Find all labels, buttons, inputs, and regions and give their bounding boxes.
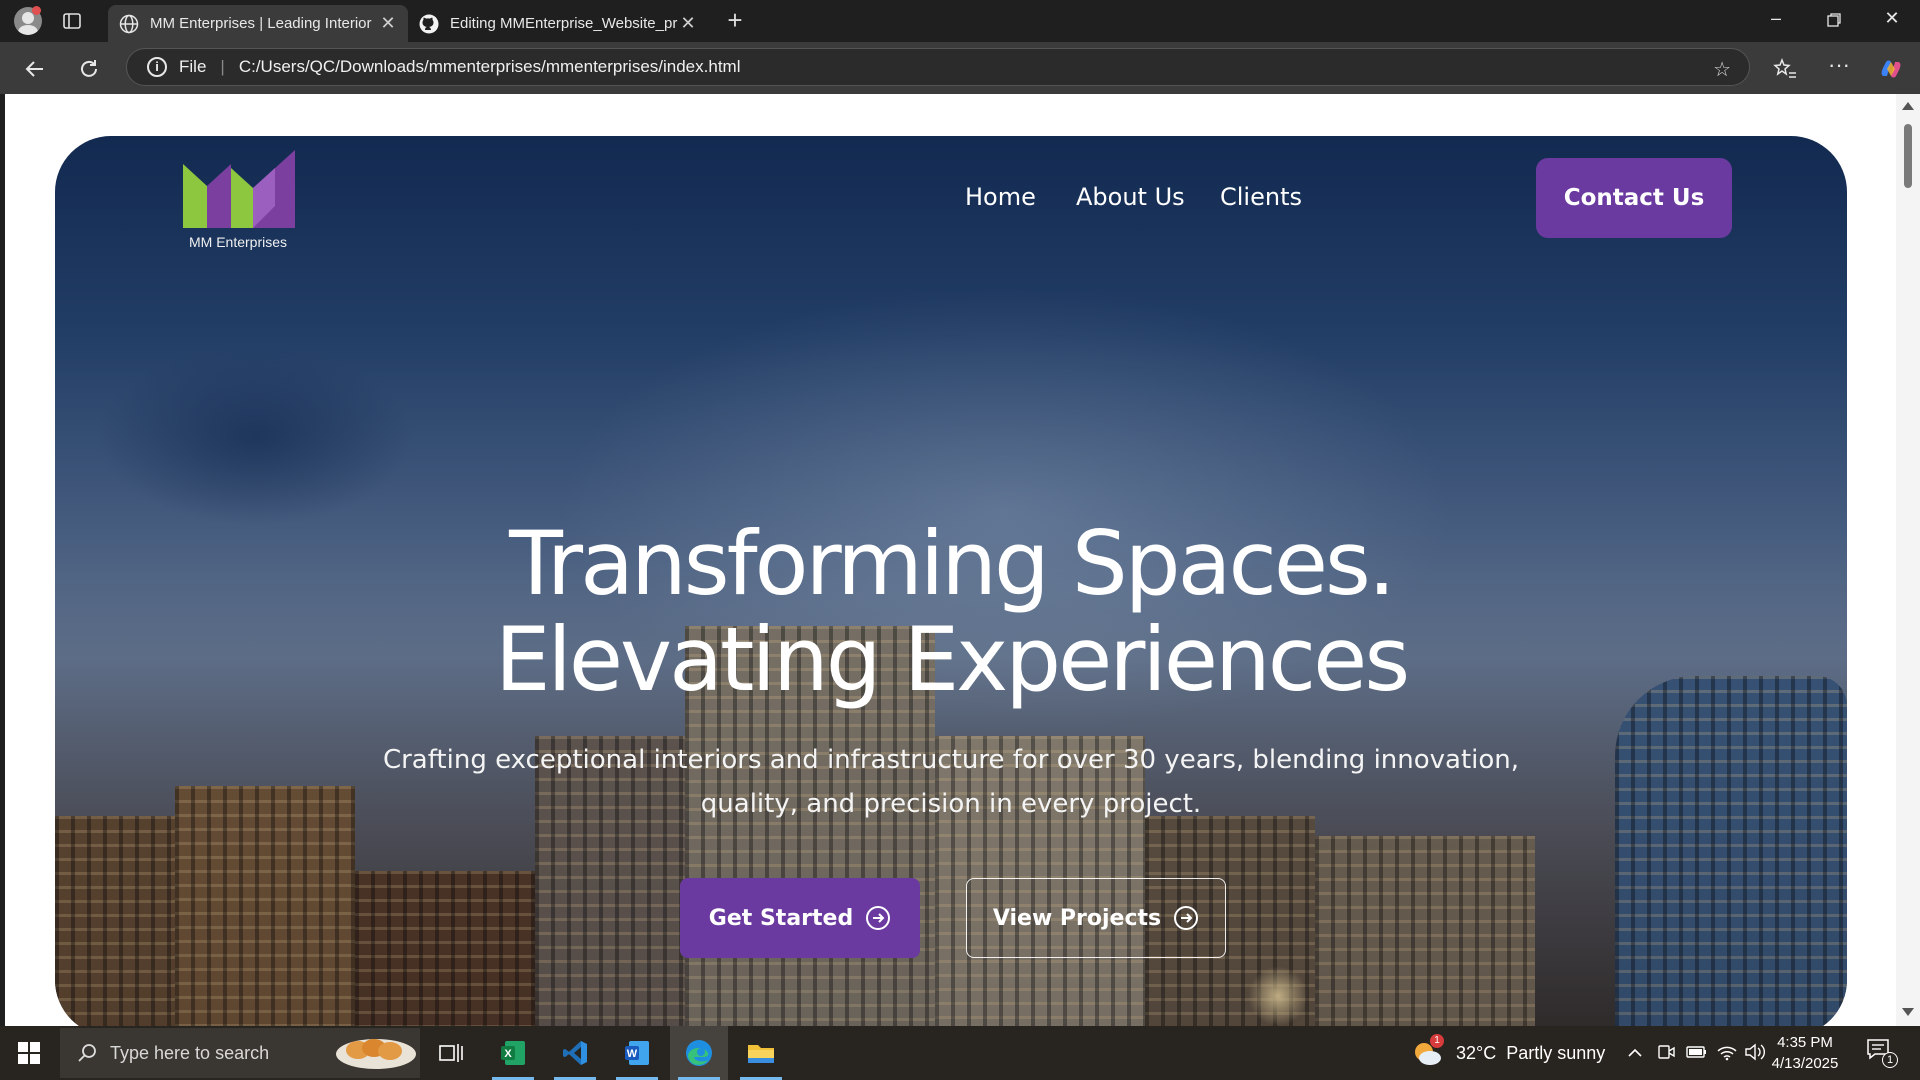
copilot-icon[interactable] bbox=[1878, 56, 1904, 82]
hero-headline: Transforming Spaces. Elevating Experienc… bbox=[55, 516, 1847, 708]
refresh-icon[interactable] bbox=[76, 56, 102, 82]
browser-tab-bar: MM Enterprises | Leading Interior ✕ Edit… bbox=[0, 0, 1920, 42]
headline-line-1: Transforming Spaces. bbox=[509, 512, 1396, 615]
hero-subtitle: Crafting exceptional interiors and infra… bbox=[382, 745, 1520, 819]
edge-icon bbox=[686, 1040, 712, 1066]
arrow-right-circle-icon bbox=[1174, 906, 1199, 930]
page-scrollbar[interactable] bbox=[1896, 94, 1920, 1026]
show-hidden-icons-chevron-icon[interactable] bbox=[1626, 1044, 1644, 1062]
favorites-icon[interactable] bbox=[1772, 56, 1798, 82]
wifi-icon[interactable] bbox=[1716, 1042, 1738, 1062]
taskbar-clock[interactable]: 4:35 PM 4/13/2025 bbox=[1760, 1032, 1850, 1074]
nav-clients-link[interactable]: Clients bbox=[1220, 183, 1302, 211]
taskbar-file-explorer[interactable] bbox=[732, 1026, 790, 1080]
clock-date: 4/13/2025 bbox=[1771, 1055, 1839, 1072]
hero-section: MM Enterprises Home About Us Clients Con… bbox=[55, 136, 1847, 1026]
scroll-up-arrow-icon[interactable] bbox=[1902, 102, 1914, 110]
address-url[interactable]: C:/Users/QC/Downloads/mmenterprises/mmen… bbox=[239, 57, 741, 77]
minimize-button[interactable]: – bbox=[1762, 8, 1790, 34]
tab-title: Editing MMEnterprise_Website_pr bbox=[450, 15, 678, 32]
search-icon bbox=[78, 1044, 96, 1062]
address-separator: | bbox=[220, 57, 225, 76]
notification-center-button[interactable]: 1 bbox=[1866, 1038, 1898, 1068]
profile-notification-dot bbox=[32, 6, 41, 15]
clock-time: 4:35 PM bbox=[1777, 1034, 1833, 1051]
restore-button[interactable] bbox=[1820, 8, 1848, 34]
nav-about-us-link[interactable]: About Us bbox=[1076, 183, 1185, 211]
tab-mm-enterprises[interactable]: MM Enterprises | Leading Interior ✕ bbox=[108, 5, 408, 42]
file-explorer-icon bbox=[748, 1045, 774, 1063]
svg-text:X: X bbox=[504, 1048, 512, 1060]
arrow-right-circle-icon bbox=[866, 906, 891, 930]
weather-text: 32°C Partly sunny bbox=[1456, 1042, 1606, 1063]
address-bar[interactable]: i File | C:/Users/QC/Downloads/mmenterpr… bbox=[126, 48, 1750, 86]
tab-actions-icon[interactable] bbox=[62, 11, 82, 31]
weather-alert-badge: 1 bbox=[1430, 1034, 1444, 1048]
scroll-thumb[interactable] bbox=[1904, 124, 1912, 188]
word-icon: W bbox=[625, 1041, 649, 1065]
get-started-label: Get Started bbox=[708, 905, 854, 931]
new-tab-button[interactable]: + bbox=[722, 7, 748, 34]
taskbar-excel[interactable]: X bbox=[484, 1026, 542, 1080]
windows-taskbar: Type here to search X W 1 32°C Partly su… bbox=[0, 1026, 1920, 1080]
scheme-label: File bbox=[179, 57, 207, 76]
close-window-button[interactable]: ✕ bbox=[1878, 8, 1906, 34]
back-arrow-icon[interactable] bbox=[22, 56, 48, 82]
notification-count: 1 bbox=[1882, 1052, 1898, 1068]
excel-icon: X bbox=[501, 1041, 525, 1065]
more-options-icon[interactable]: ··· bbox=[1826, 54, 1852, 82]
taskbar-word[interactable]: W bbox=[608, 1026, 666, 1080]
taskbar-edge[interactable] bbox=[670, 1026, 728, 1080]
restore-icon bbox=[1827, 13, 1841, 27]
tab-title: MM Enterprises | Leading Interior bbox=[150, 15, 372, 32]
browser-toolbar: i File | C:/Users/QC/Downloads/mmenterpr… bbox=[0, 42, 1920, 94]
nav-home-link[interactable]: Home bbox=[965, 183, 1036, 211]
weather-widget[interactable]: 1 32°C Partly sunny bbox=[1410, 1026, 1605, 1080]
tab-close-icon[interactable]: ✕ bbox=[378, 13, 398, 34]
windows-start-icon[interactable] bbox=[18, 1042, 40, 1064]
get-started-button[interactable]: Get Started bbox=[680, 878, 920, 958]
page-viewport: MM Enterprises Home About Us Clients Con… bbox=[5, 94, 1896, 1026]
github-icon bbox=[419, 14, 439, 33]
svg-text:W: W bbox=[627, 1048, 638, 1060]
view-projects-button[interactable]: View Projects bbox=[966, 878, 1226, 958]
task-view-button[interactable] bbox=[422, 1026, 480, 1080]
tab-close-icon[interactable]: ✕ bbox=[678, 13, 698, 34]
battery-icon[interactable] bbox=[1686, 1043, 1708, 1061]
view-projects-label: View Projects bbox=[992, 905, 1162, 931]
globe-icon bbox=[119, 14, 139, 33]
task-view-icon bbox=[439, 1044, 463, 1062]
headline-line-2: Elevating Experiences bbox=[494, 608, 1410, 711]
scroll-down-arrow-icon[interactable] bbox=[1902, 1008, 1914, 1016]
site-logo[interactable]: MM Enterprises bbox=[179, 146, 297, 254]
favorite-star-icon[interactable]: ☆ bbox=[1713, 57, 1731, 82]
logo-text: MM Enterprises bbox=[188, 234, 288, 250]
meet-now-icon[interactable] bbox=[1656, 1042, 1676, 1062]
bread-search-highlight-icon bbox=[336, 1039, 416, 1069]
tab-github-editing[interactable]: Editing MMEnterprise_Website_pr ✕ bbox=[408, 5, 708, 42]
contact-us-button[interactable]: Contact Us bbox=[1536, 158, 1732, 238]
vscode-icon bbox=[563, 1041, 587, 1065]
site-info-icon[interactable]: i bbox=[147, 57, 167, 77]
mm-logo-icon bbox=[183, 150, 295, 228]
taskbar-vscode[interactable] bbox=[546, 1026, 604, 1080]
search-placeholder: Type here to search bbox=[110, 1042, 270, 1063]
